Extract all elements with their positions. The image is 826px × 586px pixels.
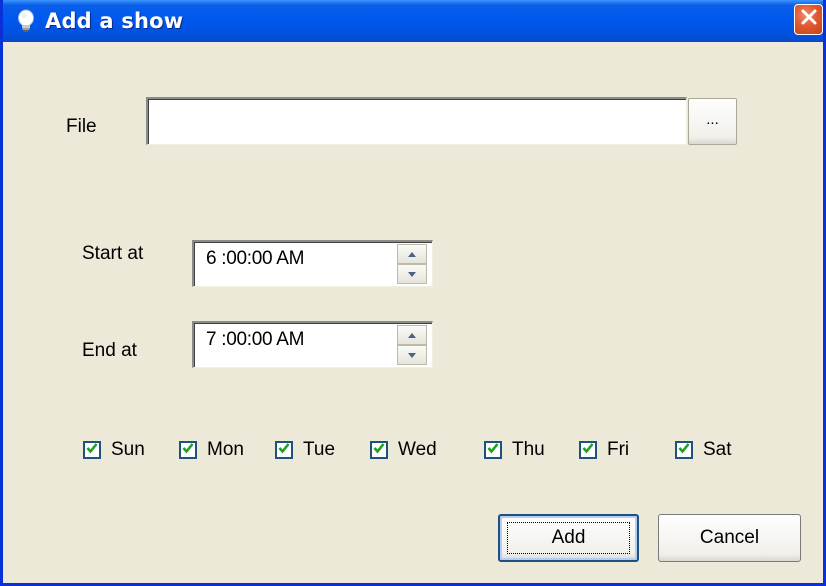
start-time-down-button[interactable]	[397, 264, 427, 284]
checkbox-box[interactable]	[579, 441, 597, 459]
checkbox-label-sat: Sat	[703, 439, 732, 460]
cancel-button[interactable]: Cancel	[658, 514, 801, 562]
arrow-up-icon	[408, 251, 416, 257]
window-title: Add a show	[45, 9, 184, 33]
end-at-label: End at	[82, 340, 137, 361]
checkbox-label-sun: Sun	[111, 439, 145, 460]
arrow-down-icon	[408, 271, 416, 277]
add-button[interactable]: Add	[498, 514, 639, 562]
start-time-value: 6 :00:00 AM	[206, 248, 305, 269]
checkbox-box[interactable]	[179, 441, 197, 459]
checkbox-label-tue: Tue	[303, 439, 336, 460]
checkmark-icon	[278, 441, 290, 459]
end-time-down-button[interactable]	[397, 345, 427, 365]
arrow-up-icon	[408, 332, 416, 338]
close-icon	[800, 8, 818, 31]
arrow-down-icon	[408, 352, 416, 358]
checkmark-icon	[582, 441, 594, 459]
checkbox-box[interactable]	[275, 441, 293, 459]
start-at-label: Start at	[82, 243, 144, 264]
start-time-picker[interactable]: 6 :00:00 AM	[192, 240, 433, 287]
add-show-dialog: Add a show File ... Start at 6 :00:00 AM…	[0, 0, 826, 586]
end-time-value: 7 :00:00 AM	[206, 329, 305, 350]
checkbox-wed[interactable]: Wed	[370, 437, 437, 463]
start-time-up-button[interactable]	[397, 244, 427, 264]
cancel-button-label: Cancel	[699, 527, 760, 548]
checkbox-fri[interactable]: Fri	[579, 437, 629, 463]
checkbox-box[interactable]	[370, 441, 388, 459]
checkbox-sat[interactable]: Sat	[675, 437, 732, 463]
checkbox-mon[interactable]: Mon	[179, 437, 244, 463]
checkmark-icon	[678, 441, 690, 459]
checkbox-label-mon: Mon	[207, 439, 244, 460]
title-bar[interactable]: Add a show	[3, 0, 823, 42]
end-time-up-button[interactable]	[397, 325, 427, 345]
checkbox-thu[interactable]: Thu	[484, 437, 545, 463]
checkmark-icon	[182, 441, 194, 459]
checkbox-box[interactable]	[83, 441, 101, 459]
checkbox-sun[interactable]: Sun	[83, 437, 145, 463]
checkbox-label-thu: Thu	[512, 439, 545, 460]
checkbox-box[interactable]	[675, 441, 693, 459]
checkbox-box[interactable]	[484, 441, 502, 459]
browse-button[interactable]: ...	[688, 98, 737, 145]
add-button-label: Add	[551, 527, 586, 548]
checkbox-tue[interactable]: Tue	[275, 437, 335, 463]
checkmark-icon	[86, 441, 98, 459]
checkbox-label-fri: Fri	[607, 439, 630, 460]
end-time-picker[interactable]: 7 :00:00 AM	[192, 321, 433, 368]
file-label: File	[66, 116, 97, 137]
checkmark-icon	[373, 441, 385, 459]
checkbox-label-wed: Wed	[398, 439, 437, 460]
checkmark-icon	[487, 441, 499, 459]
close-button[interactable]	[794, 4, 823, 35]
lightbulb-icon	[13, 8, 39, 34]
file-path-input[interactable]	[146, 97, 687, 145]
